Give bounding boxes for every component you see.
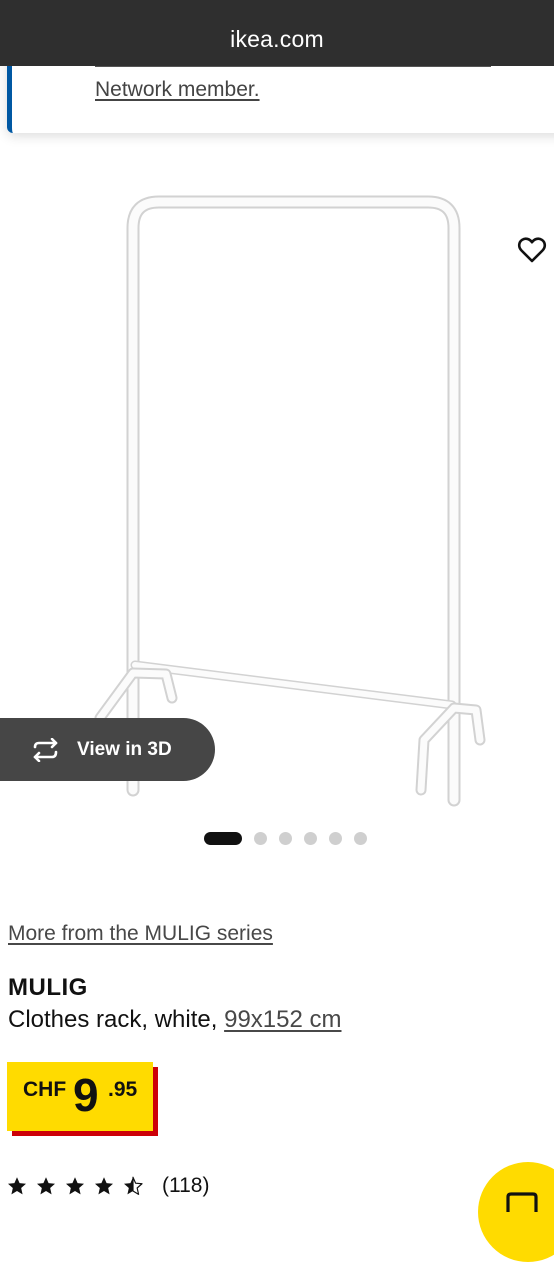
browser-domain: ikea.com [230, 26, 324, 52]
rotate-3d-icon [33, 737, 58, 762]
star-half-icon [124, 1176, 143, 1195]
cart-icon [506, 1192, 538, 1212]
product-rating[interactable]: (118) [7, 1174, 209, 1198]
product-image-gallery[interactable] [0, 140, 554, 810]
add-to-cart-fab[interactable] [478, 1162, 554, 1262]
price-tag: CHF 9 .95 [7, 1062, 153, 1131]
carousel-dot[interactable] [304, 831, 317, 845]
product-size-link[interactable]: 99x152 cm [224, 1006, 341, 1033]
browser-address-bar[interactable]: ikea.com [0, 0, 554, 66]
carousel-dot[interactable] [254, 831, 267, 845]
carousel-pagination[interactable] [204, 831, 379, 845]
favorite-button[interactable] [512, 230, 552, 270]
product-name: MULIG [8, 974, 88, 1001]
product-description-text: Clothes rack, white, [8, 1006, 225, 1033]
star-full-icon [37, 1177, 55, 1195]
series-link[interactable]: More from the MULIG series [8, 922, 273, 946]
product-image-clothes-rack [94, 195, 486, 807]
carousel-dot[interactable] [279, 831, 292, 845]
star-full-icon [95, 1177, 113, 1195]
star-full-icon [8, 1177, 26, 1195]
rating-count: (118) [162, 1174, 210, 1197]
carousel-dot-active[interactable] [204, 831, 242, 845]
carousel-dot[interactable] [329, 831, 342, 845]
heart-outline-icon [517, 237, 547, 263]
view-in-3d-label: View in 3D [77, 738, 172, 760]
notice-link[interactable]: Network member. [95, 78, 260, 102]
product-description: Clothes rack, white, 99x152 cm [8, 1006, 342, 1034]
star-full-icon [66, 1177, 84, 1195]
price-currency: CHF [23, 1078, 67, 1101]
view-in-3d-button[interactable]: View in 3D [0, 718, 215, 781]
price-integer: 9 [73, 1069, 99, 1121]
rating-stars [7, 1176, 152, 1196]
carousel-dot[interactable] [354, 831, 367, 845]
price-decimal: .95 [108, 1078, 138, 1101]
